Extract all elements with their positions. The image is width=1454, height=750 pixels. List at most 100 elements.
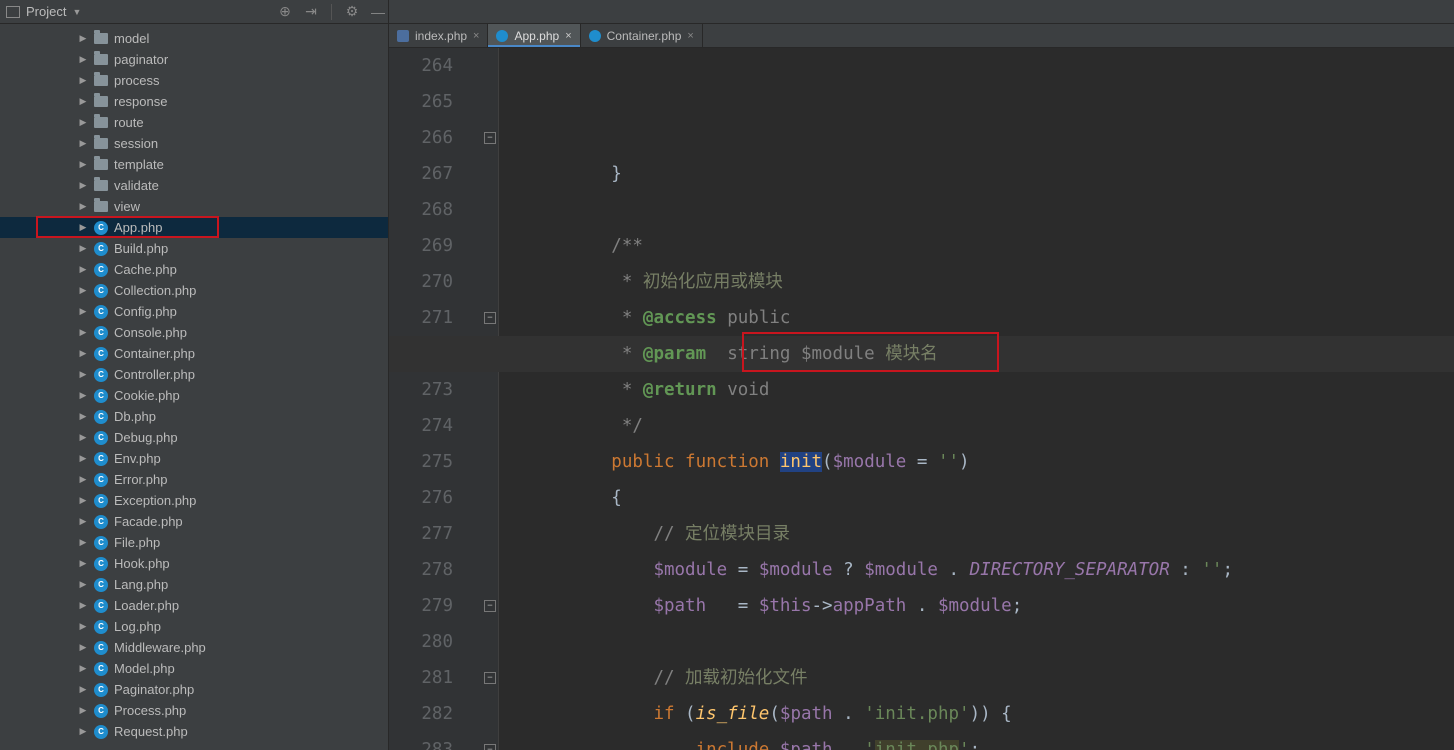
- expand-arrow-icon[interactable]: ▶: [78, 264, 88, 275]
- expand-arrow-icon[interactable]: ▶: [78, 243, 88, 254]
- code-line[interactable]: * 初始化应用或模块: [527, 264, 1454, 300]
- expand-arrow-icon[interactable]: ▶: [78, 411, 88, 422]
- code-line[interactable]: [527, 192, 1454, 228]
- code-line[interactable]: if (is_file($path . 'init.php')) {: [527, 696, 1454, 732]
- fold-marker-icon[interactable]: −: [484, 132, 496, 144]
- tree-file[interactable]: ▶Model.php: [0, 658, 388, 679]
- tree-file[interactable]: ▶Hook.php: [0, 553, 388, 574]
- expand-arrow-icon[interactable]: ▶: [78, 600, 88, 611]
- tree-file[interactable]: ▶Process.php: [0, 700, 388, 721]
- code-line[interactable]: public function init($module = ''): [527, 444, 1454, 480]
- tree-file[interactable]: ▶Loader.php: [0, 595, 388, 616]
- tree-folder[interactable]: ▶validate: [0, 175, 388, 196]
- expand-arrow-icon[interactable]: ▶: [78, 621, 88, 632]
- expand-arrow-icon[interactable]: ▶: [78, 117, 88, 128]
- tree-file-selected[interactable]: ▶App.php: [0, 217, 388, 238]
- close-icon[interactable]: ×: [687, 30, 693, 42]
- tree-folder[interactable]: ▶view: [0, 196, 388, 217]
- expand-arrow-icon[interactable]: ▶: [78, 558, 88, 569]
- fold-marker-icon[interactable]: −: [484, 312, 496, 324]
- expand-arrow-icon[interactable]: ▶: [78, 432, 88, 443]
- tree-file[interactable]: ▶Config.php: [0, 301, 388, 322]
- close-icon[interactable]: ×: [565, 30, 571, 42]
- expand-arrow-icon[interactable]: ▶: [78, 705, 88, 716]
- collapse-icon[interactable]: ⇥: [301, 3, 321, 20]
- expand-arrow-icon[interactable]: ▶: [78, 663, 88, 674]
- tree-folder[interactable]: ▶session: [0, 133, 388, 154]
- code-editor[interactable]: 2642652662672682692702712722732742752762…: [389, 48, 1454, 750]
- code-line[interactable]: include $path . 'init.php';: [527, 732, 1454, 750]
- locate-icon[interactable]: ⊕: [275, 3, 295, 20]
- tree-folder[interactable]: ▶template: [0, 154, 388, 175]
- tree-file[interactable]: ▶Error.php: [0, 469, 388, 490]
- expand-arrow-icon[interactable]: ▶: [78, 201, 88, 212]
- tree-file[interactable]: ▶Container.php: [0, 343, 388, 364]
- code-line[interactable]: }: [527, 156, 1454, 192]
- code-line[interactable]: * @access public: [527, 300, 1454, 336]
- close-icon[interactable]: ×: [473, 30, 479, 42]
- fold-marker-icon[interactable]: −: [484, 600, 496, 612]
- expand-arrow-icon[interactable]: ▶: [78, 54, 88, 65]
- expand-arrow-icon[interactable]: ▶: [78, 726, 88, 737]
- tree-file[interactable]: ▶Middleware.php: [0, 637, 388, 658]
- tree-file[interactable]: ▶Request.php: [0, 721, 388, 742]
- code-line[interactable]: $module = $module ? $module . DIRECTORY_…: [527, 552, 1454, 588]
- editor-tab[interactable]: App.php×: [488, 24, 580, 47]
- code-line[interactable]: */: [527, 408, 1454, 444]
- tree-file[interactable]: ▶File.php: [0, 532, 388, 553]
- tree-file[interactable]: ▶Db.php: [0, 406, 388, 427]
- fold-marker-icon[interactable]: −: [484, 744, 496, 750]
- tree-folder[interactable]: ▶process: [0, 70, 388, 91]
- expand-arrow-icon[interactable]: ▶: [78, 495, 88, 506]
- expand-arrow-icon[interactable]: ▶: [78, 537, 88, 548]
- code-line[interactable]: * @return void: [527, 372, 1454, 408]
- tree-file[interactable]: ▶Cache.php: [0, 259, 388, 280]
- expand-arrow-icon[interactable]: ▶: [78, 222, 88, 233]
- expand-arrow-icon[interactable]: ▶: [78, 159, 88, 170]
- code-line[interactable]: {: [527, 480, 1454, 516]
- project-dropdown[interactable]: Project ▼: [6, 4, 81, 19]
- expand-arrow-icon[interactable]: ▶: [78, 33, 88, 44]
- fold-marker-icon[interactable]: −: [484, 672, 496, 684]
- tree-file[interactable]: ▶Exception.php: [0, 490, 388, 511]
- expand-arrow-icon[interactable]: ▶: [78, 579, 88, 590]
- expand-arrow-icon[interactable]: ▶: [78, 516, 88, 527]
- tree-file[interactable]: ▶Console.php: [0, 322, 388, 343]
- tree-file[interactable]: ▶Debug.php: [0, 427, 388, 448]
- expand-arrow-icon[interactable]: ▶: [78, 348, 88, 359]
- tree-folder[interactable]: ▶paginator: [0, 49, 388, 70]
- tree-file[interactable]: ▶Log.php: [0, 616, 388, 637]
- code-content[interactable]: } /** * 初始化应用或模块 * @access public * @par…: [499, 48, 1454, 750]
- tree-folder[interactable]: ▶response: [0, 91, 388, 112]
- expand-arrow-icon[interactable]: ▶: [78, 285, 88, 296]
- gear-icon[interactable]: ⚙: [342, 3, 362, 20]
- expand-arrow-icon[interactable]: ▶: [78, 306, 88, 317]
- code-line[interactable]: // 定位模块目录: [527, 516, 1454, 552]
- hide-icon[interactable]: —: [368, 4, 388, 20]
- expand-arrow-icon[interactable]: ▶: [78, 453, 88, 464]
- tree-file[interactable]: ▶Controller.php: [0, 364, 388, 385]
- editor-tab[interactable]: Container.php×: [581, 24, 703, 47]
- tree-file[interactable]: ▶Paginator.php: [0, 679, 388, 700]
- code-line[interactable]: // 加载初始化文件: [527, 660, 1454, 696]
- expand-arrow-icon[interactable]: ▶: [78, 390, 88, 401]
- code-line[interactable]: $path = $this->appPath . $module;: [527, 588, 1454, 624]
- expand-arrow-icon[interactable]: ▶: [78, 642, 88, 653]
- editor-tab[interactable]: index.php×: [389, 24, 488, 47]
- expand-arrow-icon[interactable]: ▶: [78, 474, 88, 485]
- expand-arrow-icon[interactable]: ▶: [78, 369, 88, 380]
- code-line[interactable]: /**: [527, 228, 1454, 264]
- tree-folder[interactable]: ▶model: [0, 28, 388, 49]
- tree-file[interactable]: ▶Cookie.php: [0, 385, 388, 406]
- tree-file[interactable]: ▶Lang.php: [0, 574, 388, 595]
- expand-arrow-icon[interactable]: ▶: [78, 138, 88, 149]
- expand-arrow-icon[interactable]: ▶: [78, 75, 88, 86]
- expand-arrow-icon[interactable]: ▶: [78, 96, 88, 107]
- expand-arrow-icon[interactable]: ▶: [78, 180, 88, 191]
- tree-file[interactable]: ▶Env.php: [0, 448, 388, 469]
- expand-arrow-icon[interactable]: ▶: [78, 684, 88, 695]
- code-line[interactable]: [527, 624, 1454, 660]
- expand-arrow-icon[interactable]: ▶: [78, 327, 88, 338]
- tree-file[interactable]: ▶Collection.php: [0, 280, 388, 301]
- tree-folder[interactable]: ▶route: [0, 112, 388, 133]
